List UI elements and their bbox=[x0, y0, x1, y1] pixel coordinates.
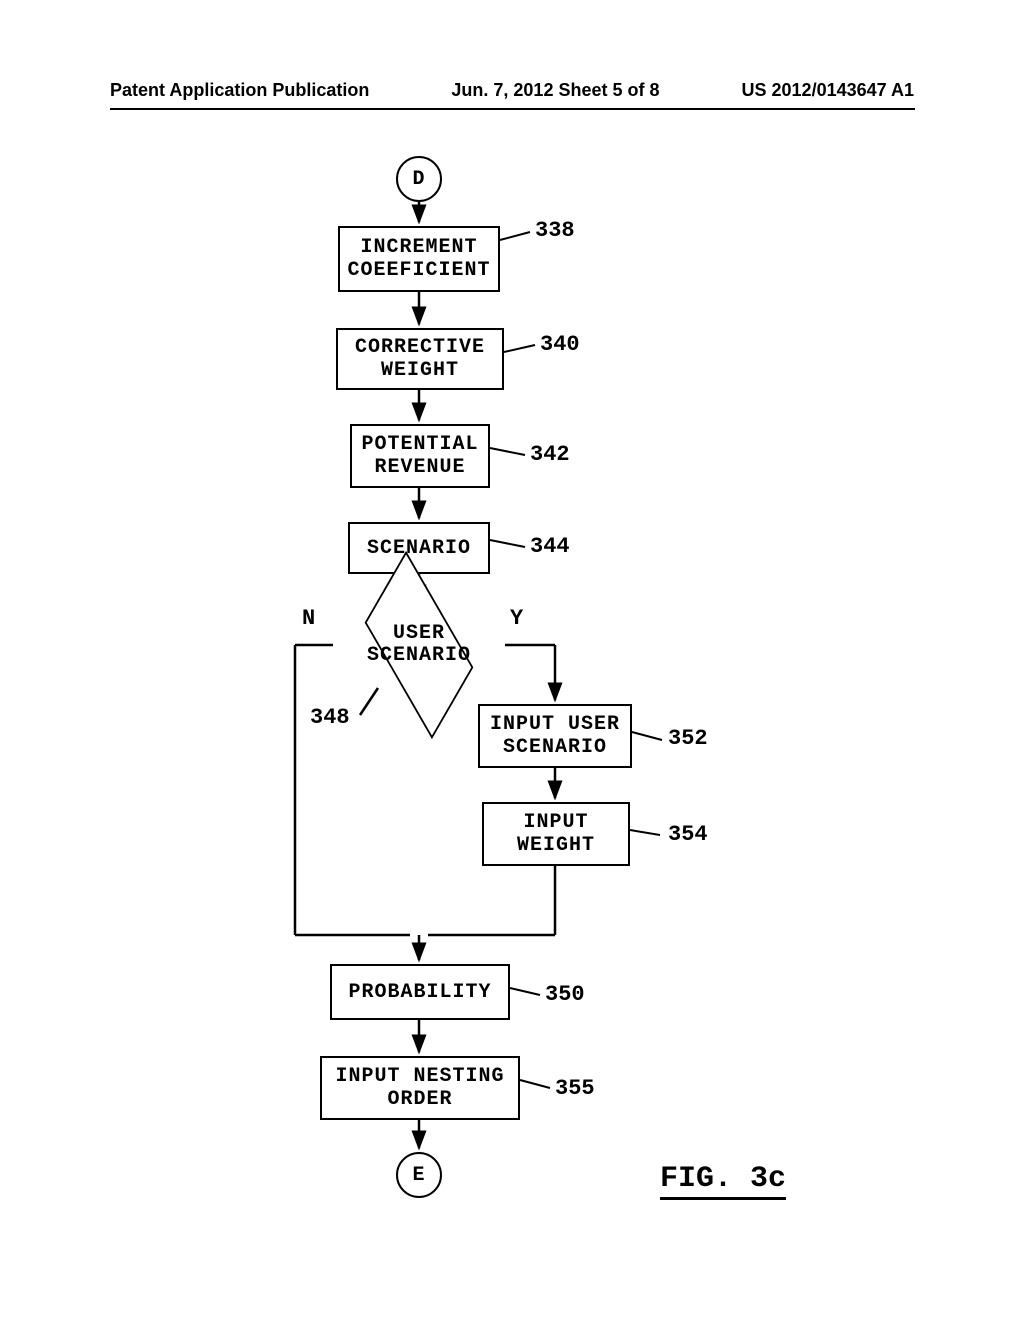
step-354: INPUT WEIGHT bbox=[482, 802, 630, 866]
ref-355: 355 bbox=[555, 1076, 595, 1101]
decision-348-text: USER SCENARIO bbox=[339, 623, 499, 667]
connector-d-label: D bbox=[412, 168, 425, 191]
ref-340: 340 bbox=[540, 332, 580, 357]
step-338: INCREMENT COEEFICIENT bbox=[338, 226, 500, 292]
step-342: POTENTIAL REVENUE bbox=[350, 424, 490, 488]
branch-yes: Y bbox=[510, 606, 523, 631]
ref-348: 348 bbox=[310, 705, 350, 730]
flowchart: D INCREMENT COEEFICIENT 338 CORRECTIVE W… bbox=[0, 140, 1024, 1240]
step-344: SCENARIO bbox=[348, 522, 490, 574]
ref-338: 338 bbox=[535, 218, 575, 243]
step-352-text: INPUT USER SCENARIO bbox=[490, 713, 620, 759]
step-340-text: CORRECTIVE WEIGHT bbox=[355, 336, 485, 382]
header-rule bbox=[110, 108, 915, 110]
ref-352: 352 bbox=[668, 726, 708, 751]
connector-e: E bbox=[396, 1152, 442, 1198]
ref-342: 342 bbox=[530, 442, 570, 467]
step-344-text: SCENARIO bbox=[367, 537, 471, 560]
connector-d: D bbox=[396, 156, 442, 202]
step-350: PROBABILITY bbox=[330, 964, 510, 1020]
branch-no: N bbox=[302, 606, 315, 631]
ref-344: 344 bbox=[530, 534, 570, 559]
header-center: Jun. 7, 2012 Sheet 5 of 8 bbox=[451, 80, 659, 101]
step-352: INPUT USER SCENARIO bbox=[478, 704, 632, 768]
figure-label: FIG. 3c bbox=[660, 1162, 786, 1200]
step-355-text: INPUT NESTING ORDER bbox=[335, 1065, 504, 1111]
ref-354: 354 bbox=[668, 822, 708, 847]
step-350-text: PROBABILITY bbox=[348, 981, 491, 1004]
step-338-text: INCREMENT COEEFICIENT bbox=[347, 236, 490, 282]
connector-e-label: E bbox=[412, 1164, 425, 1187]
header-left: Patent Application Publication bbox=[110, 80, 369, 101]
step-340: CORRECTIVE WEIGHT bbox=[336, 328, 504, 390]
step-342-text: POTENTIAL REVENUE bbox=[361, 433, 478, 479]
step-355: INPUT NESTING ORDER bbox=[320, 1056, 520, 1120]
page-header: Patent Application Publication Jun. 7, 2… bbox=[0, 80, 1024, 101]
header-right: US 2012/0143647 A1 bbox=[742, 80, 914, 101]
ref-350: 350 bbox=[545, 982, 585, 1007]
step-354-text: INPUT WEIGHT bbox=[517, 811, 595, 857]
